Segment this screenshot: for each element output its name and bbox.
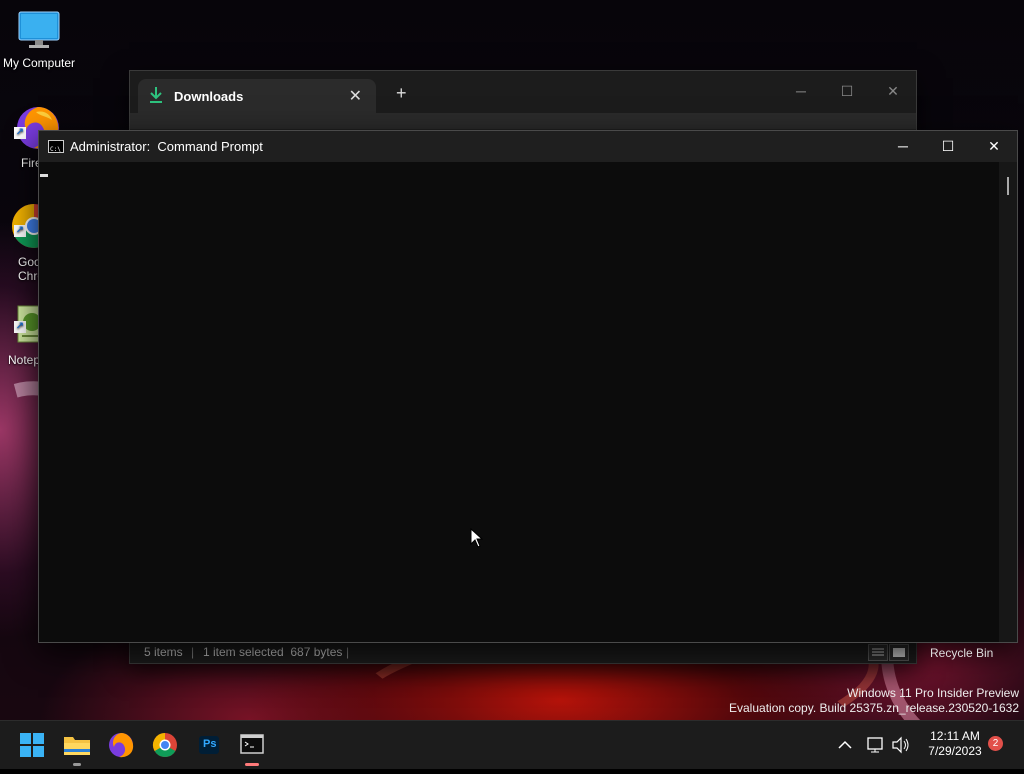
taskbar-command-prompt[interactable] [236, 729, 268, 766]
console-output[interactable] [39, 162, 999, 642]
explorer-close-button[interactable]: ✕ [870, 77, 916, 105]
explorer-statusbar: 5 items | 1 item selected 687 bytes | [130, 641, 916, 663]
active-indicator [245, 763, 259, 766]
minimize-button[interactable]: ─ [880, 131, 926, 162]
volume-control[interactable] [891, 721, 911, 769]
explorer-tabstrip: Downloads ✕ + ─ ☐ ✕ [130, 71, 916, 113]
details-view-icon [872, 648, 884, 656]
shortcut-arrow-icon: ↗ [14, 321, 26, 333]
tab-close-button[interactable]: ✕ [349, 86, 362, 106]
desktop-icon-label: My Computer [2, 56, 76, 70]
tab-downloads[interactable]: Downloads ✕ [138, 79, 376, 113]
network-status[interactable] [866, 721, 886, 769]
clock-time: 12:11 AM [930, 729, 980, 743]
chrome-icon [152, 733, 177, 758]
taskbar-photoshop[interactable]: Ps [193, 729, 225, 761]
folder-icon [64, 737, 90, 755]
watermark-line2: Evaluation copy. Build 25375.zn_release.… [729, 701, 1019, 715]
status-item-count: 5 items [144, 645, 183, 659]
tiles-view-button[interactable] [889, 644, 909, 661]
taskbar-file-explorer[interactable] [61, 729, 93, 766]
text-cursor [40, 174, 48, 177]
monitor-icon [18, 11, 60, 48]
system-clock[interactable]: 12:11 AM 7/29/2023 [920, 729, 990, 759]
scroll-thumb[interactable] [1007, 177, 1009, 195]
explorer-maximize-button[interactable]: ☐ [824, 77, 870, 105]
status-selection: 1 item selected 687 bytes [203, 645, 343, 659]
details-view-button[interactable] [868, 644, 888, 661]
taskbar: Ps 12:11 AM 7/29/2023 [0, 720, 1024, 769]
recycle-bin-label[interactable]: Recycle Bin [930, 646, 993, 660]
command-prompt-window[interactable]: C:\ Administrator: Command Prompt ─ ☐ ✕ [38, 130, 1018, 643]
desktop-icon-my-computer[interactable]: My Computer [1, 10, 77, 70]
explorer-toolbar [130, 113, 916, 129]
watermark-line1: Windows 11 Pro Insider Preview [847, 686, 1019, 700]
taskbar-firefox[interactable] [105, 729, 137, 761]
photoshop-label: Ps [203, 738, 217, 750]
terminal-icon [240, 734, 264, 754]
windows-logo-icon [20, 733, 44, 757]
clock-date: 7/29/2023 [928, 744, 982, 758]
speaker-icon [892, 736, 909, 754]
tab-label: Downloads [174, 89, 244, 104]
terminal-icon: C:\ [50, 146, 61, 153]
chevron-up-icon [838, 740, 852, 749]
running-indicator [73, 763, 81, 766]
start-button[interactable] [16, 729, 48, 761]
taskbar-chrome[interactable] [149, 729, 181, 761]
explorer-minimize-button[interactable]: ─ [778, 77, 824, 105]
mouse-pointer-icon [470, 528, 484, 548]
network-icon [867, 737, 883, 753]
close-button[interactable]: ✕ [971, 131, 1017, 162]
show-hidden-icons-button[interactable] [836, 721, 854, 769]
download-icon [150, 87, 162, 103]
vertical-scrollbar[interactable] [999, 162, 1017, 642]
status-separator: | [191, 645, 195, 659]
status-separator: | [346, 645, 350, 659]
cmd-app-icon: C:\ [48, 140, 64, 153]
cmd-titlebar[interactable]: C:\ Administrator: Command Prompt ─ ☐ ✕ [39, 131, 1017, 162]
tiles-view-icon [893, 648, 905, 657]
maximize-button[interactable]: ☐ [925, 131, 971, 162]
window-title: Administrator: Command Prompt [70, 139, 263, 154]
firefox-icon [109, 733, 134, 758]
notification-badge[interactable]: 2 [988, 736, 1003, 751]
svg-text:C:\: C:\ [50, 146, 61, 153]
evaluation-watermark: Windows 11 Pro Insider Preview Evaluatio… [729, 686, 1019, 716]
new-tab-button[interactable]: + [396, 83, 407, 104]
shortcut-arrow-icon: ↗ [14, 225, 26, 237]
shortcut-arrow-icon: ↗ [14, 127, 26, 139]
desktop-icon-label: Notep [8, 353, 41, 367]
